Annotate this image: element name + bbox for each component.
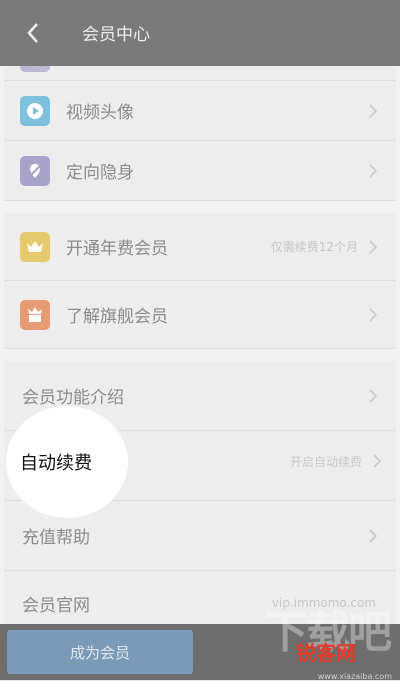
list-item-label: 会员官网 xyxy=(22,595,90,616)
settings-list: 视频头像 定向隐身 开通年费会员 仅需续费12个月 了解旗舰会员 会员功能介绍 … xyxy=(0,66,400,624)
chevron-right-icon xyxy=(369,307,378,322)
crown-gift-icon xyxy=(20,299,50,330)
list-item-label: 充值帮助 xyxy=(22,528,90,548)
chevron-right-icon xyxy=(369,239,378,254)
chevron-right-icon xyxy=(369,388,378,403)
list-item-auto-renew[interactable]: 自动续费 xyxy=(20,449,92,475)
membership-group: 开通年费会员 仅需续费12个月 了解旗舰会员 xyxy=(4,213,396,349)
list-item-video-avatar[interactable]: 视频头像 xyxy=(4,81,396,141)
chevron-right-icon xyxy=(373,454,382,468)
list-item-stealth[interactable]: 定向隐身 xyxy=(4,141,396,201)
page-title: 会员中心 xyxy=(82,25,150,45)
become-member-button[interactable]: 成为会员 xyxy=(7,630,193,674)
partial-icon xyxy=(20,66,50,72)
play-icon xyxy=(20,95,50,126)
list-item-label: 了解旗舰会员 xyxy=(66,307,168,327)
location-hidden-icon xyxy=(20,155,50,186)
list-item-label: 视频头像 xyxy=(66,103,134,123)
list-item-subtitle: 仅需续费12个月 xyxy=(270,240,358,254)
watermark-brand: 锐客网 xyxy=(296,641,356,665)
chevron-right-icon xyxy=(369,163,378,178)
feature-group: 视频头像 定向隐身 xyxy=(4,81,396,201)
list-item-label: 定向隐身 xyxy=(66,163,134,183)
crown-icon xyxy=(20,231,50,262)
icon-group-partial xyxy=(4,66,396,81)
header-bar: 会员中心 xyxy=(0,0,400,66)
chevron-right-icon xyxy=(369,528,378,543)
list-item-annual-member[interactable]: 开通年费会员 仅需续费12个月 xyxy=(4,213,396,281)
back-button[interactable] xyxy=(18,18,48,48)
list-item-flagship-member[interactable]: 了解旗舰会员 xyxy=(4,281,396,349)
chevron-left-icon xyxy=(27,23,38,43)
app-screen: 会员中心 视频头像 定向隐身 开通年费会员 仅需续费12个月 了解旗舰会员 会员… xyxy=(0,0,400,681)
list-item-subtitle: 开启自动续费 xyxy=(289,455,362,469)
list-item-label: 开通年费会员 xyxy=(66,239,168,259)
chevron-right-icon xyxy=(369,103,378,118)
list-item-label: 会员功能介绍 xyxy=(22,388,124,408)
become-member-label: 成为会员 xyxy=(69,643,130,662)
